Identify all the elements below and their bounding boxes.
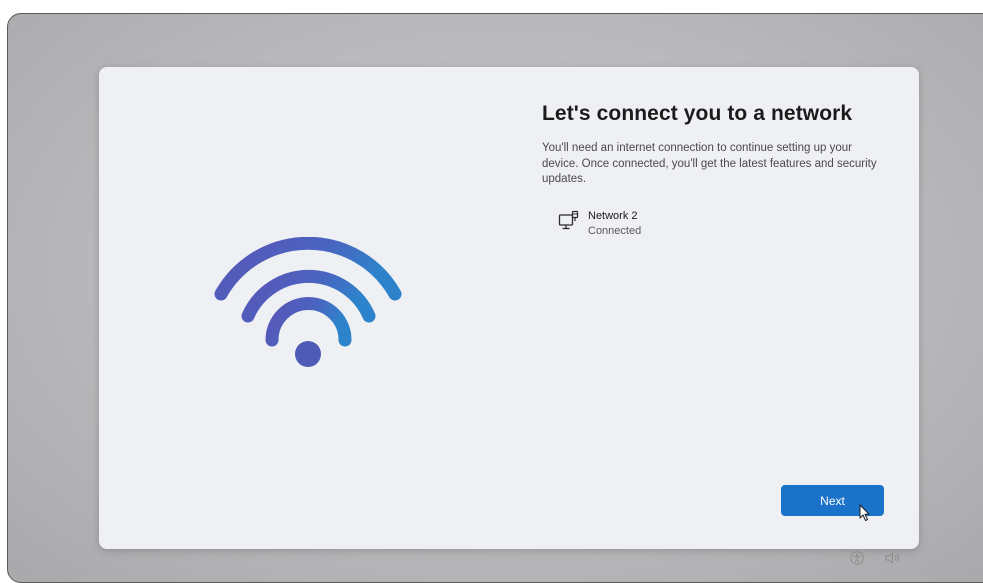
network-status: Connected	[588, 225, 642, 237]
page-description: You'll need an internet connection to co…	[542, 142, 877, 185]
setup-dialog: Let's connect you to a network You'll ne…	[99, 67, 919, 549]
ethernet-computer-icon	[558, 210, 579, 230]
dialog-content: Let's connect you to a network You'll ne…	[542, 101, 892, 188]
page-title: Let's connect you to a network	[542, 102, 853, 125]
network-name: Network 2	[588, 210, 638, 222]
mouse-cursor-icon	[859, 504, 870, 521]
volume-icon[interactable]	[885, 552, 901, 564]
network-text: Network 2 Connected	[588, 209, 641, 239]
device-screen: Let's connect you to a network You'll ne…	[7, 13, 983, 583]
accessibility-icon[interactable]	[850, 551, 864, 565]
wifi-icon	[214, 237, 402, 367]
network-list-item[interactable]: Network 2 Connected	[554, 207, 645, 241]
